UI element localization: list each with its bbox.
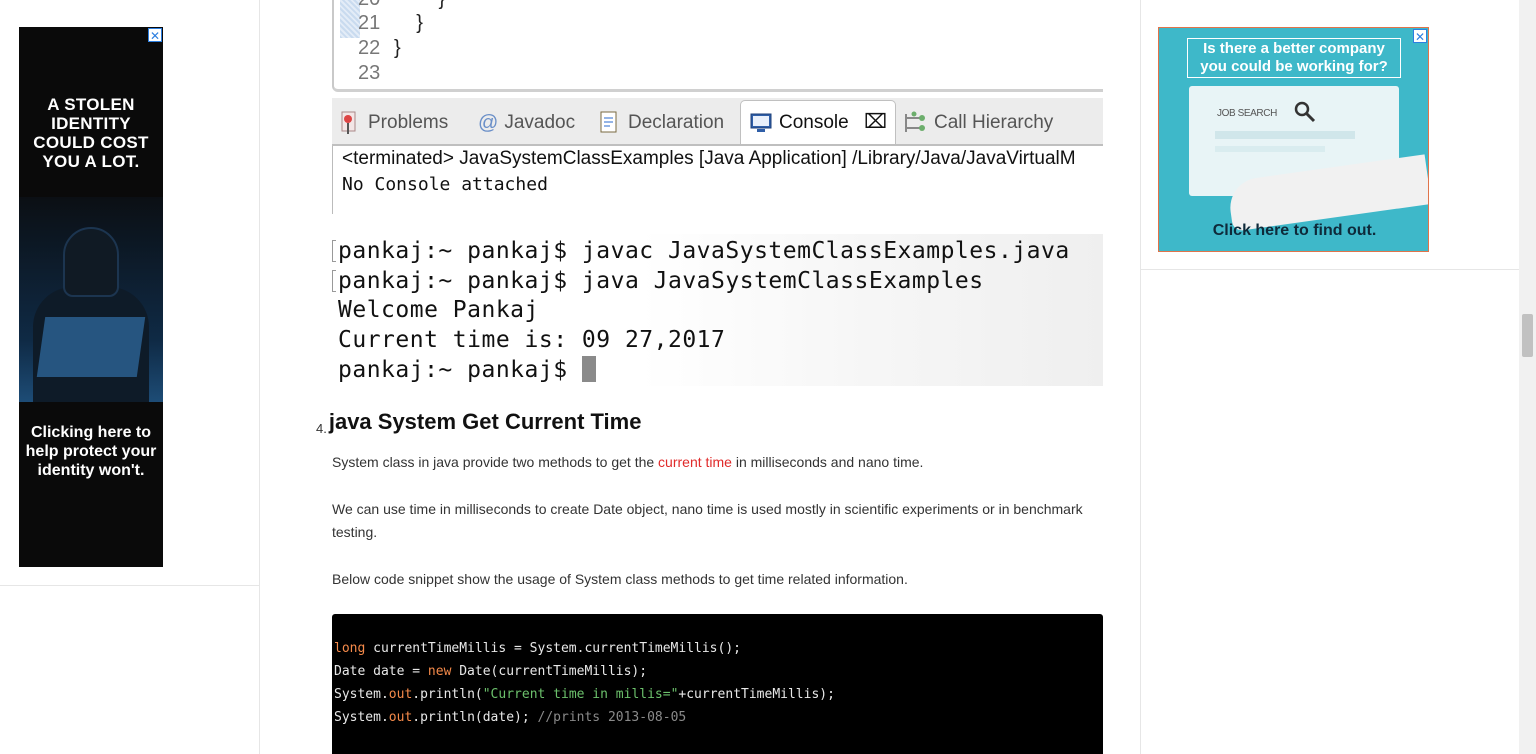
code-block[interactable]: long currentTimeMillis = System.currentT… xyxy=(332,614,1103,754)
terminal-line: pankaj:~ pankaj$ javac JavaSystemClassEx… xyxy=(338,238,1070,264)
ad-close-icon[interactable]: ✕ xyxy=(148,28,162,43)
ad-cta-text: Click here to find out. xyxy=(1212,222,1377,239)
job-search-text: JOB SEARCH xyxy=(1217,108,1277,119)
code-field: out xyxy=(388,687,413,702)
declaration-icon xyxy=(600,111,617,133)
tab-console: Console ⌧ xyxy=(740,100,897,144)
line-code: } xyxy=(394,12,423,34)
panel-edge xyxy=(332,146,333,214)
tab-label: Declaration xyxy=(628,112,725,133)
editor-line: 23 xyxy=(358,62,394,85)
tab-problems: Problems xyxy=(340,106,448,142)
close-icon: ⌧ xyxy=(864,111,888,133)
editor-line: 22} xyxy=(358,37,401,60)
ad-cta-text: Clicking here to help protect your ident… xyxy=(25,424,157,479)
line-number: 23 xyxy=(358,62,381,84)
line-number: 20 xyxy=(358,0,394,11)
laptop-glow-shape xyxy=(36,317,146,377)
code-field: out xyxy=(388,710,413,725)
code-text: long currentTimeMillis = System.currentT… xyxy=(334,637,835,729)
code-editor: 20 } 21 } 22} 23 xyxy=(332,0,1103,92)
editor-line: 21 } xyxy=(358,12,423,35)
code-token: System. xyxy=(334,710,389,725)
code-token: Date(currentTimeMillis); xyxy=(451,664,648,679)
code-string: "Current time in millis=" xyxy=(482,687,679,702)
tab-call-hierarchy: Call Hierarchy xyxy=(900,106,1053,142)
sidebar-divider xyxy=(0,585,259,586)
code-token: currentTimeMillis = System.currentTimeMi… xyxy=(365,641,741,656)
section-number: 4. xyxy=(316,421,327,436)
ad-headline: Is there a better company you could be w… xyxy=(1187,38,1401,78)
console-output-text: No Console attached xyxy=(342,174,548,195)
magnifier-icon xyxy=(1294,101,1316,123)
scrollbar-thumb[interactable] xyxy=(1522,314,1533,357)
ad-close-icon[interactable]: ✕ xyxy=(1413,29,1427,44)
tab-declaration: Declaration xyxy=(598,106,724,142)
line-code: } xyxy=(394,37,401,59)
tab-javadoc: @ Javadoc xyxy=(478,106,575,142)
paragraph: We can use time in milliseconds to creat… xyxy=(332,501,1083,540)
console-status-text: <terminated> JavaSystemClassExamples [Ja… xyxy=(342,148,1076,169)
eclipse-screenshot: 20 } 21 } 22} 23 Problems @Javadoc Decla… xyxy=(332,0,1103,215)
tab-label: Javadoc xyxy=(504,112,576,134)
terminal-line: pankaj:~ pankaj$ java JavaSystemClassExa… xyxy=(338,268,984,294)
section-title: java System Get Current Time xyxy=(328,409,642,434)
terminal-line: Welcome Pankaj xyxy=(338,297,539,323)
code-comment: //prints 2013-08-05 xyxy=(537,710,687,725)
terminal-bracket xyxy=(332,240,336,262)
terminal-prompt: pankaj:~ pankaj$ xyxy=(338,357,582,383)
code-token: System. xyxy=(334,687,389,702)
code-keyword: new xyxy=(427,664,452,679)
code-keyword: long xyxy=(334,641,366,656)
console-icon xyxy=(750,113,772,132)
view-tabs: Problems @ Javadoc Declaration Console ⌧ … xyxy=(332,98,1103,146)
sidebar-divider xyxy=(1141,269,1520,270)
screen-bar xyxy=(1215,131,1355,139)
line-number: 21 xyxy=(358,12,381,34)
terminal-prompt-line: pankaj:~ pankaj$ xyxy=(338,356,596,383)
line-code: } xyxy=(394,0,445,10)
hacker-hood-shape xyxy=(63,227,119,297)
paragraph-text: System class in java provide two methods… xyxy=(332,454,659,470)
ad-headline: A STOLEN IDENTITY COULD COST YOU A LOT. xyxy=(33,95,149,171)
code-token: +currentTimeMillis); xyxy=(678,687,835,702)
paragraph-text: in milliseconds and nano time. xyxy=(731,454,924,470)
current-time-link[interactable]: current time xyxy=(658,454,732,470)
call-hierarchy-icon xyxy=(905,111,925,132)
code-token: .println(date); xyxy=(412,710,538,725)
page-scrollbar[interactable] xyxy=(1519,0,1536,754)
right-advertisement[interactable]: ✕ Is there a better company you could be… xyxy=(1158,27,1429,252)
problems-icon xyxy=(341,111,356,134)
section-heading: 4.java System Get Current Time xyxy=(316,409,641,436)
editor-line: 20 } xyxy=(358,0,445,11)
paragraph: System class in java provide two methods… xyxy=(332,451,1103,474)
code-token: .println( xyxy=(412,687,483,702)
terminal-bracket xyxy=(332,270,336,292)
code-token: Date date = xyxy=(334,664,428,679)
line-number: 22 xyxy=(358,37,381,59)
tab-label: Problems xyxy=(368,112,449,133)
screen-bar xyxy=(1215,146,1325,152)
hooded-hacker-image xyxy=(19,197,163,402)
tab-label: Console xyxy=(779,112,849,133)
left-advertisement[interactable]: ✕ A STOLEN IDENTITY COULD COST YOU A LOT… xyxy=(19,27,163,567)
javadoc-icon: @ xyxy=(478,112,499,134)
terminal-line: Current time is: 09 27,2017 xyxy=(338,327,726,353)
tab-label: Call Hierarchy xyxy=(934,112,1054,133)
terminal-cursor xyxy=(581,356,596,382)
terminal-screenshot: pankaj:~ pankaj$ javac JavaSystemClassEx… xyxy=(332,234,1103,386)
paragraph: Below code snippet show the usage of Sys… xyxy=(332,571,908,587)
gutter-highlight xyxy=(340,0,360,38)
